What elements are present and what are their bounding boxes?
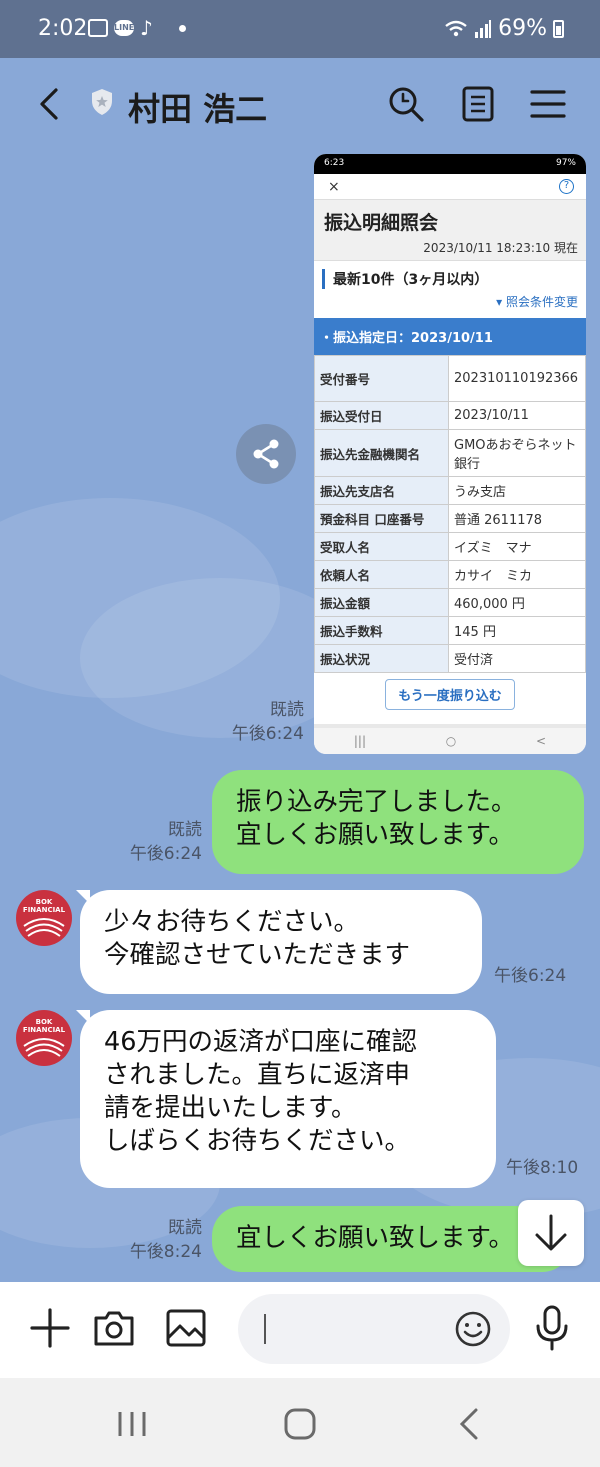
battery-percent: 69% xyxy=(498,16,547,41)
plus-icon[interactable] xyxy=(28,1306,72,1350)
shot-condition-link: 照会条件変更 xyxy=(505,295,578,309)
outgoing-message[interactable]: 振り込み完了しました。 宜しくお願い致します。 xyxy=(212,770,584,874)
status-time: 2:02 xyxy=(38,16,88,41)
shot-resend-button: もう一度振り込む xyxy=(385,679,515,710)
signal-icon xyxy=(475,19,492,38)
message-time: 午後8:10 xyxy=(506,1158,579,1178)
tiktok-icon: ♪ xyxy=(140,16,153,40)
shot-detail-table: 受付番号 202310110192366 振込受付日 2023/10/11 振込先金… xyxy=(314,355,586,673)
shared-image-message[interactable]: 6:23 97% × ? 振込明細照会 2023/10/11 18:23:10 … xyxy=(314,154,586,754)
shot-title: 振込明細照会 xyxy=(324,212,439,234)
system-nav-bar xyxy=(0,1378,600,1467)
back-button[interactable] xyxy=(36,86,64,122)
message-input-bar xyxy=(0,1282,600,1378)
menu-icon[interactable] xyxy=(528,84,568,124)
avatar[interactable]: BOK FINANCIAL xyxy=(16,890,72,946)
message-input[interactable] xyxy=(238,1294,510,1364)
camera-icon[interactable] xyxy=(92,1306,136,1350)
chat-area[interactable]: 村田 浩二 6:23 97% × ? 振込明細照会 2023/10/11 18:… xyxy=(0,58,600,1282)
notes-icon[interactable] xyxy=(458,84,498,124)
battery-icon xyxy=(553,19,564,38)
search-icon[interactable] xyxy=(386,84,426,124)
chat-title: 村田 浩二 xyxy=(128,90,268,128)
close-icon: × xyxy=(328,178,340,195)
message-time: 午後6:24 xyxy=(494,966,567,986)
incoming-message[interactable]: 46万円の返済が口座に確認 されました。直ちに返済申 請を提出いたします。 しば… xyxy=(80,1010,496,1188)
logo-icon xyxy=(23,1038,65,1057)
gallery-icon xyxy=(88,19,108,37)
avatar[interactable]: BOK FINANCIAL xyxy=(16,1010,72,1066)
image-icon[interactable] xyxy=(164,1306,208,1350)
incoming-message[interactable]: 少々お待ちください。 今確認させていただきます xyxy=(80,890,482,994)
emoji-icon[interactable] xyxy=(454,1310,492,1348)
share-icon[interactable] xyxy=(236,424,296,484)
logo-icon xyxy=(23,918,65,937)
shot-transfer-date: 振込指定日：2023/10/11 xyxy=(333,331,493,346)
shot-section-title: 最新10件（3ヶ月以内） xyxy=(322,269,578,289)
wifi-icon xyxy=(445,20,467,36)
shield-icon xyxy=(92,89,112,115)
home-icon[interactable] xyxy=(282,1406,318,1442)
message-meta: 既読 午後6:24 xyxy=(129,820,202,864)
help-icon: ? xyxy=(559,179,574,194)
chat-header: 村田 浩二 xyxy=(0,58,600,150)
shot-datetime: 2023/10/11 18:23:10 現在 xyxy=(423,241,578,255)
status-bar: 2:02 LINE ♪ 69% xyxy=(0,0,600,58)
more-notifications-dot xyxy=(178,24,186,32)
microphone-icon[interactable] xyxy=(530,1304,574,1352)
scroll-down-button[interactable] xyxy=(518,1200,584,1266)
message-meta: 既読 午後8:24 xyxy=(129,1218,202,1262)
message-meta: 既読 午後6:24 xyxy=(231,700,304,744)
back-nav-icon[interactable] xyxy=(452,1406,488,1442)
line-icon: LINE xyxy=(114,20,134,36)
recent-apps-icon[interactable] xyxy=(114,1406,150,1442)
